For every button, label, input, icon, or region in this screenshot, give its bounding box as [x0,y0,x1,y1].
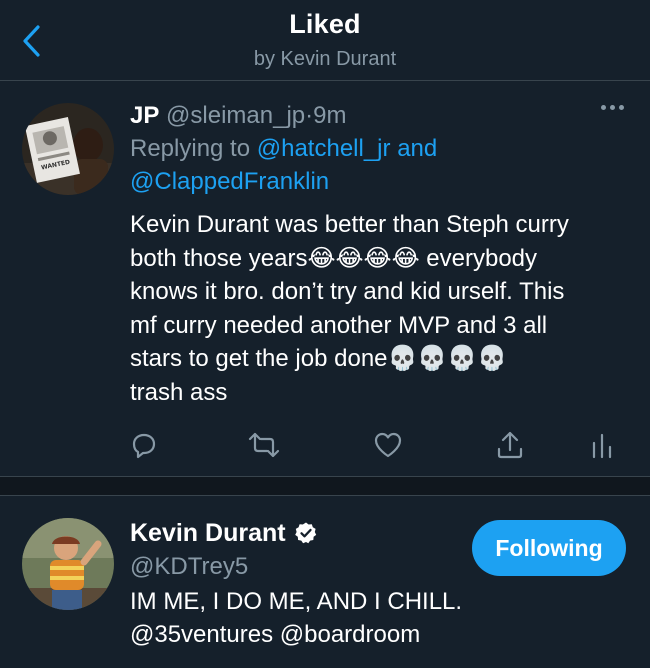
analytics-button[interactable] [584,427,620,463]
section-divider [0,476,650,496]
share-button[interactable] [492,427,528,463]
like-button[interactable] [370,427,406,463]
laughing-crying-emoji-group: 😂😂😂😂 [307,244,420,272]
reply-icon [132,433,156,459]
share-icon [497,431,523,459]
tweet-text-segment: stars to get the job done [130,345,388,372]
tweet-time[interactable]: 9m [313,102,346,129]
kid-avatar-image [22,518,114,610]
wanted-poster-avatar-image: WANTED [22,103,114,195]
replying-to: Replying to @hatchell_jr and [130,132,630,165]
reply-mention-1[interactable]: @hatchell_jr [257,135,391,162]
tweet-content: JP @sleiman_jp·9m Replying to @hatchell_… [130,99,630,409]
verified-badge-icon [294,522,316,544]
user-bio-line: IM ME, I DO ME, AND I CHILL. [130,588,463,615]
like-icon [374,432,402,458]
skull-emoji-group: 💀💀💀💀 [387,345,508,372]
retweet-button[interactable] [246,427,282,463]
page-subtitle: by Kevin Durant [253,48,397,70]
tweet-text-line: stars to get the job done💀💀💀💀 [130,342,630,376]
tweet-text: Kevin Durant was better than Steph curry… [130,208,630,409]
replying-to-label: Replying to [130,135,251,162]
tweet-text-line: mf curry needed another MVP and 3 all [130,311,548,339]
reply-button[interactable] [126,427,162,463]
retweet-icon [248,432,280,458]
tweet-text-line: both those years😂😂😂😂 everybody [130,242,630,276]
top-bar: Liked by Kevin Durant [0,0,650,81]
user-name[interactable]: Kevin Durant [130,516,286,550]
reply-and[interactable]: and [397,135,437,162]
author-handle[interactable]: @sleiman_jp [166,102,305,129]
user-name-row: Kevin Durant [130,516,460,550]
reply-mention-2[interactable]: @ClappedFranklin [130,168,329,195]
tweet-text-line: Kevin Durant was better than Steph curry [130,211,569,238]
page-title: Liked [289,9,361,39]
tweet-header: JP @sleiman_jp·9m [130,99,630,132]
user-avatar[interactable] [22,518,114,610]
dot-separator: · [305,102,314,129]
author-name[interactable]: JP [130,102,159,129]
following-button[interactable]: Following [472,520,626,576]
user-bio-line: @35ventures @boardroom [130,618,460,651]
tweet-actions [0,427,650,467]
replying-to-line-2: @ClappedFranklin [130,165,630,198]
analytics-icon [592,433,612,459]
tweet[interactable]: WANTED JP @sleiman_jp·9m Replying to @ha… [0,81,650,476]
tweet-text-segment: everybody [426,244,538,272]
user-handle: @KDTrey5 [130,553,249,580]
tweet-author-avatar[interactable]: WANTED [22,103,114,195]
tweet-text-line: knows it bro. don’t try and kid urself. … [130,278,565,305]
user-info: Kevin Durant @KDTrey5 IM ME, I DO ME, AN… [130,516,463,651]
tweet-text-line: trash ass [130,378,228,406]
user-bio-mentions: @35ventures @boardroom [130,621,421,648]
user-cell[interactable]: Kevin Durant @KDTrey5 IM ME, I DO ME, AN… [0,496,650,668]
tweet-text-segment: both those years [130,244,308,272]
